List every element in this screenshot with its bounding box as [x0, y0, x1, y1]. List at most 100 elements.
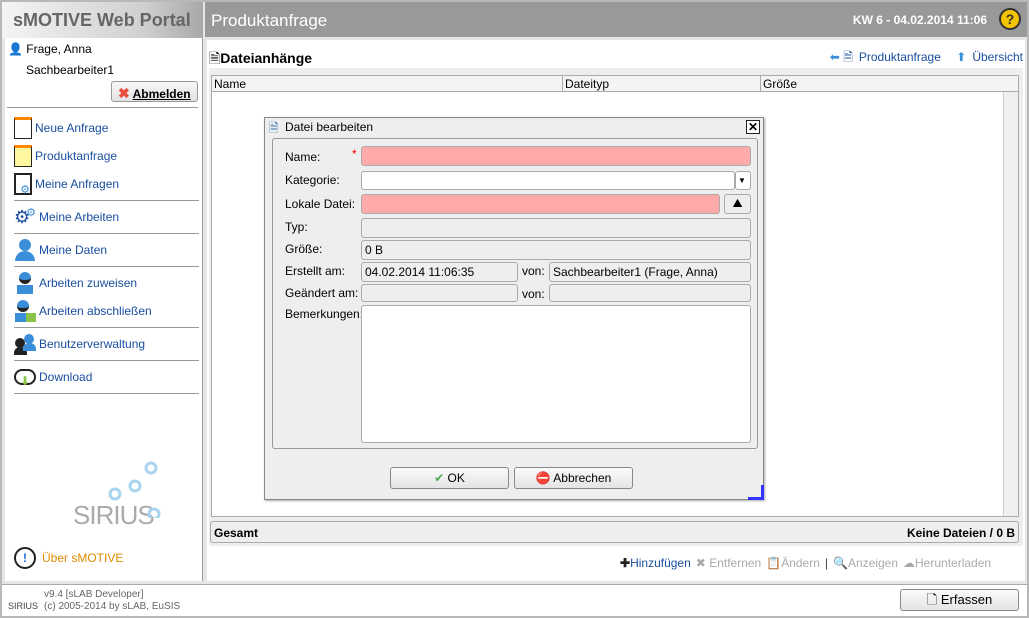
app-title: sMOTIVE Web Portal	[2, 2, 203, 38]
footer: SIRIUS v9.4 [sLAB Developer] (c) 2005-201…	[2, 584, 1027, 616]
download-label: Herunterladen	[915, 556, 992, 570]
close-dialog-button[interactable]: ✕	[746, 120, 760, 134]
cloud-download-icon: ⬇	[14, 369, 36, 388]
section-links: ⬅ 🗎 Produktanfrage ⬆ Übersicht	[818, 48, 1023, 69]
download-button[interactable]: ☁Herunterladen	[903, 556, 991, 570]
sirius-small-logo: SIRIUS	[8, 601, 39, 611]
remove-button[interactable]: ✖ Entfernen	[696, 556, 761, 570]
product-request-icon	[14, 145, 32, 167]
sidebar-item-benutzerverwaltung[interactable]: Benutzerverwaltung	[14, 333, 145, 355]
resize-handle-bottom[interactable]	[748, 497, 764, 500]
version: v9.4 [sLAB Developer]	[44, 589, 144, 600]
user-name: 👤 Frage, Anna	[8, 42, 92, 56]
view-button[interactable]: 🔍Anzeigen	[833, 556, 898, 570]
logout-button[interactable]: ✖ Abmelden	[111, 81, 198, 102]
remarks-textarea[interactable]	[361, 305, 751, 443]
nav-label: Benutzerverwaltung	[39, 337, 146, 351]
clipboard-edit-icon: 📋	[766, 556, 782, 570]
erfassen-button[interactable]: 🗋 Erfassen	[900, 589, 1019, 611]
sidebar-item-meine-daten[interactable]: Meine Daten	[14, 239, 107, 261]
erfassen-label: Erfassen	[940, 592, 993, 607]
required-marker: *	[352, 147, 357, 161]
x-icon: ✖	[695, 556, 706, 570]
created-label: Erstellt am:	[285, 264, 346, 278]
logout-label: Abmelden	[132, 87, 191, 101]
stop-icon: ⛔	[535, 471, 551, 485]
name-input[interactable]	[361, 146, 751, 166]
attachment-icon: 🗎	[209, 50, 221, 66]
chevron-down-icon[interactable]: ▼	[735, 171, 751, 190]
checkmark-icon: ✔	[434, 471, 445, 485]
cancel-button[interactable]: ⛔ Abbrechen	[514, 467, 633, 489]
sidebar-item-arbeiten-abschliessen[interactable]: Arbeiten abschließen	[14, 300, 152, 322]
nav-label: Meine Daten	[39, 243, 108, 257]
magnifier-icon: 🔍	[833, 556, 848, 570]
nav-label: Arbeiten abschließen	[39, 304, 152, 318]
copyright: (c) 2005-2014 by sLAB, EuSIS	[44, 601, 181, 612]
overview-link[interactable]: ⬆ Übersicht	[950, 50, 1023, 64]
plus-icon: ✚	[620, 556, 631, 570]
type-field	[361, 218, 751, 238]
created-by-field: Sachbearbeiter1 (Frage, Anna)	[549, 262, 751, 282]
cancel-label: Abbrechen	[553, 471, 612, 485]
changed-by-label: von:	[522, 287, 545, 301]
vertical-scrollbar[interactable]	[1003, 92, 1018, 516]
sidebar-item-neue-anfrage[interactable]: Neue Anfrage	[14, 117, 108, 139]
sidebar-item-produktanfrage[interactable]: Produktanfrage	[14, 145, 117, 167]
gears-icon: ⚙ ⚙	[14, 207, 36, 227]
about-link[interactable]: ! Über sMOTIVE	[14, 547, 123, 569]
nav-label: Meine Arbeiten	[39, 210, 120, 224]
ok-button[interactable]: ✔ OK	[390, 467, 509, 489]
type-label: Typ:	[285, 220, 308, 234]
sidebar-item-download[interactable]: ⬇ Download	[14, 366, 92, 388]
user-icon: 👤	[8, 42, 23, 56]
cloud-download-icon: ☁	[903, 556, 916, 570]
document-icon: 🗎	[269, 121, 279, 135]
sirius-logo-dots	[108, 461, 161, 518]
sidebar-item-meine-anfragen[interactable]: ⚙ Meine Anfragen	[14, 173, 119, 196]
users-icon	[14, 333, 36, 355]
help-icon[interactable]: ?	[999, 8, 1021, 30]
local-file-label: Lokale Datei:	[285, 197, 356, 211]
column-header-groesse[interactable]: Größe	[761, 76, 1018, 92]
user-role: Sachbearbeiter1	[26, 63, 115, 77]
datetime: KW 6 - 04.02.2014 11:06	[852, 13, 987, 27]
nav-label: Neue Anfrage	[35, 121, 109, 135]
new-document-icon	[14, 117, 32, 139]
category-select[interactable]	[361, 171, 735, 190]
worker-icon	[14, 272, 36, 294]
size-label: Größe:	[285, 242, 323, 256]
about-label: Über sMOTIVE	[42, 551, 124, 565]
close-icon: ✖	[118, 85, 130, 101]
ok-label: OK	[447, 471, 465, 485]
edit-button[interactable]: 📋Ändern	[766, 556, 820, 570]
document-gear-icon: ⚙	[14, 173, 32, 196]
arrow-left-icon: ⬅	[829, 50, 840, 64]
column-header-dateityp[interactable]: Dateityp	[563, 76, 761, 92]
sidebar: 👤 Frage, Anna Sachbearbeiter1 ✖ Abmelden…	[5, 38, 203, 581]
user-name-text: Frage, Anna	[26, 42, 92, 56]
local-file-input[interactable]	[361, 194, 720, 214]
nav-label: Arbeiten zuweisen	[39, 276, 138, 290]
size-field: 0 B	[361, 240, 751, 260]
sidebar-item-meine-arbeiten[interactable]: ⚙ ⚙ Meine Arbeiten	[14, 206, 119, 228]
column-header-name[interactable]: Name	[212, 76, 563, 92]
view-label: Anzeigen	[847, 556, 899, 570]
back-link[interactable]: ⬅ 🗎 Produktanfrage	[824, 50, 941, 64]
changed-field	[361, 284, 518, 302]
changed-by-field	[549, 284, 751, 302]
add-label: Hinzufügen	[630, 556, 691, 570]
sidebar-item-arbeiten-zuweisen[interactable]: Arbeiten zuweisen	[14, 272, 137, 294]
dialog-title-bar[interactable]: 🗎 Datei bearbeiten	[265, 118, 763, 137]
worker-done-icon	[14, 300, 36, 322]
browse-file-button[interactable]: ⛰	[724, 194, 751, 214]
created-by-label: von:	[522, 264, 545, 278]
category-label: Kategorie:	[285, 173, 340, 187]
add-button[interactable]: ✚Hinzufügen	[620, 556, 691, 570]
summary-bar: Gesamt Keine Dateien / 0 B	[210, 521, 1019, 543]
edit-file-dialog: 🗎 Datei bearbeiten ✕ Name: * Kategorie: ▼…	[264, 117, 764, 500]
back-link-label: Produktanfrage	[858, 50, 941, 64]
nav-label: Download	[39, 370, 93, 384]
folder-open-icon: ⛰	[732, 196, 743, 210]
name-label: Name:	[285, 150, 321, 164]
